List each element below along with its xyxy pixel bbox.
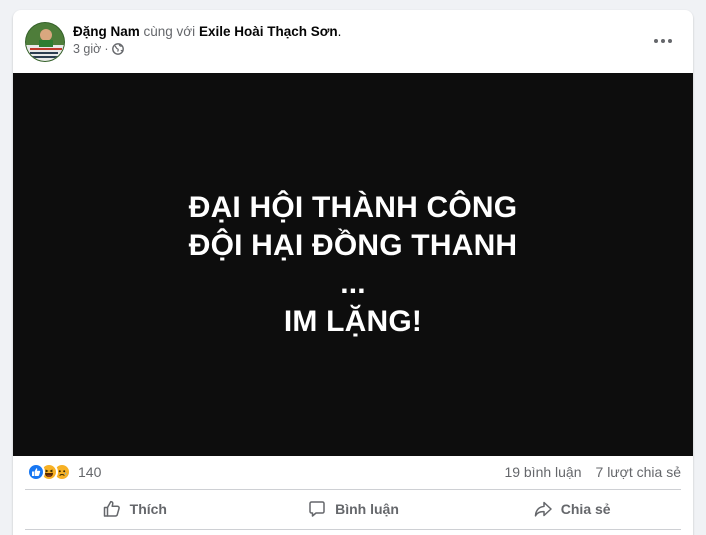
like-label: Thích <box>129 501 167 517</box>
image-text-line-4: IM LẶNG! <box>283 304 423 338</box>
tagged-suffix: . <box>337 24 342 39</box>
thumbs-up-icon <box>102 499 122 519</box>
author-name[interactable]: Đặng Nam <box>73 24 140 39</box>
bottom-divider <box>25 529 681 530</box>
author-avatar[interactable] <box>25 22 65 62</box>
share-label: Chia sẻ <box>560 501 611 517</box>
image-text-line-2: ĐỘI HẠI ĐỒNG THANH <box>188 228 518 262</box>
post-image[interactable]: ĐẠI HỘI THÀNH CÔNG ĐỘI HẠI ĐỒNG THANH ..… <box>13 73 693 456</box>
more-options-button[interactable] <box>645 26 681 54</box>
globe-icon[interactable] <box>111 43 124 55</box>
comment-label: Bình luận <box>335 501 399 517</box>
reaction-count[interactable]: 140 <box>78 464 101 480</box>
meta-separator: · <box>104 42 109 56</box>
share-button[interactable]: Chia sẻ <box>462 491 681 527</box>
image-text-line-1: ĐẠI HỘI THÀNH CÔNG <box>188 190 518 224</box>
like-button[interactable]: Thích <box>25 491 244 527</box>
post-time[interactable]: 3 giờ <box>73 41 101 57</box>
with-text: cùng với <box>143 24 196 39</box>
share-arrow-icon <box>533 499 553 519</box>
post-meta: 3 giờ · <box>73 41 124 57</box>
like-reaction-icon <box>27 463 45 481</box>
feed-post: Đặng Nam cùng với Exile Hoài Thạch Sơn. … <box>13 10 693 535</box>
image-text-line-3: ... <box>340 266 366 300</box>
post-actions: Thích Bình luận Chia sẻ <box>25 491 681 527</box>
reaction-summary[interactable]: 140 <box>27 462 101 482</box>
comment-icon <box>307 499 327 519</box>
post-stats: 140 19 bình luận 7 lượt chia sẻ <box>13 456 693 489</box>
author-line: Đặng Nam cùng với Exile Hoài Thạch Sơn. <box>73 23 341 40</box>
more-horizontal-icon <box>653 31 673 49</box>
post-header: Đặng Nam cùng với Exile Hoài Thạch Sơn. … <box>13 10 693 73</box>
comment-button[interactable]: Bình luận <box>244 491 463 527</box>
comment-count[interactable]: 19 bình luận <box>504 464 581 480</box>
engagement-counts: 19 bình luận 7 lượt chia sẻ <box>504 464 681 480</box>
share-count[interactable]: 7 lượt chia sẻ <box>596 464 681 480</box>
divider <box>25 489 681 490</box>
tagged-person[interactable]: Exile Hoài Thạch Sơn <box>199 24 338 39</box>
